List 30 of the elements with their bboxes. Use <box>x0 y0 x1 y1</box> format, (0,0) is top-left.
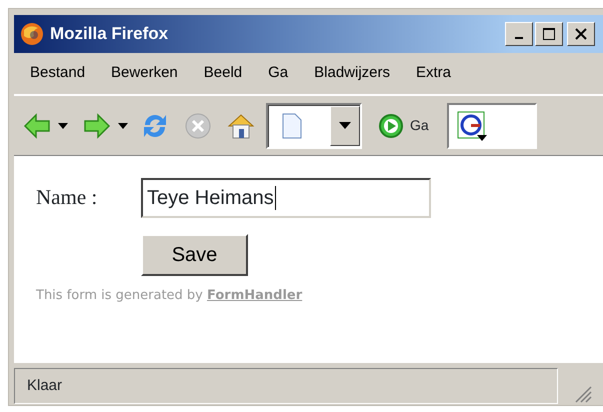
field-label: Name : <box>36 184 98 212</box>
maximize-icon <box>542 27 556 41</box>
page-icon <box>282 112 302 138</box>
save-button[interactable]: Save <box>141 234 248 276</box>
name-field[interactable]: Teye Heimans <box>141 178 431 218</box>
forward-arrow-icon[interactable] <box>82 110 112 140</box>
window-title: Mozilla Firefox <box>50 23 170 46</box>
menu-item[interactable]: Bewerken <box>111 62 178 85</box>
menu-item[interactable]: Ga <box>268 62 288 85</box>
dropdown-button[interactable] <box>330 106 360 146</box>
close-button[interactable] <box>567 22 595 46</box>
search-field[interactable] <box>446 102 537 148</box>
menu-item[interactable]: Extra <box>416 62 452 85</box>
back-arrow-icon[interactable] <box>22 110 52 140</box>
menu-item[interactable]: Beeld <box>204 62 242 85</box>
address-field[interactable] <box>266 102 362 148</box>
minimize-icon <box>515 37 523 39</box>
footer-text: This form is generated by FormHandler <box>36 287 304 305</box>
caret-icon[interactable] <box>58 122 68 128</box>
menu-item[interactable]: Bladwijzers <box>314 62 390 85</box>
caret-icon[interactable] <box>118 122 128 128</box>
caret-icon <box>339 122 351 129</box>
maximize-button[interactable] <box>535 22 563 46</box>
status-text: Klaar <box>14 368 558 404</box>
go-button-label[interactable]: Ga <box>410 115 429 136</box>
search-engine-icon <box>456 110 487 140</box>
minimize-button[interactable] <box>505 22 533 46</box>
close-icon <box>574 27 588 41</box>
go-icon[interactable] <box>378 112 404 138</box>
menu-item[interactable]: Bestand <box>30 62 86 85</box>
